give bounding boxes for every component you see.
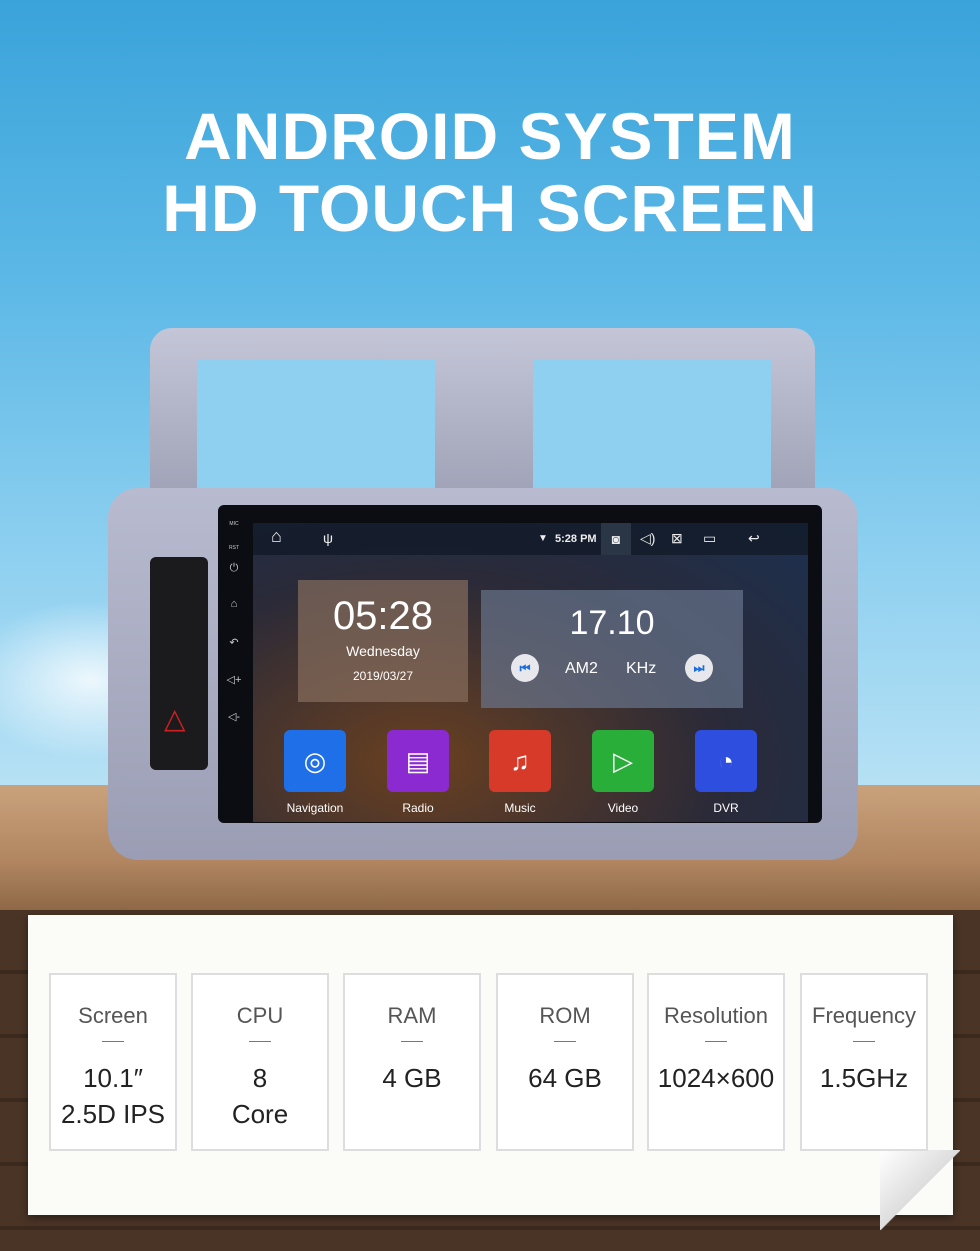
navigation-label: Navigation xyxy=(286,801,344,815)
spec-value: 1.5GHz xyxy=(819,1063,909,1093)
radio-app-icon[interactable]: ▤ xyxy=(387,730,449,792)
radio-widget[interactable]: 17.10 ⏮ AM2 KHz ⏭ xyxy=(481,590,743,708)
radio-unit: KHz xyxy=(626,660,657,677)
spec-label: Resolution xyxy=(664,1003,768,1028)
spec-ram: RAM 4 GB xyxy=(343,973,481,1151)
music-app-icon[interactable]: ♫ xyxy=(489,730,551,792)
headline-line1: ANDROID SYSTEM xyxy=(184,99,796,173)
volume-down-icon[interactable]: ◁- xyxy=(226,710,242,723)
spec-frequency: Frequency 1.5GHz xyxy=(800,973,928,1151)
status-bar: ⌂ ψ ▼ 5:28 PM ◙ ◁) ⊠ ▭ ↩ xyxy=(253,523,808,555)
radio-band: AM2 xyxy=(565,660,598,677)
mic-label: MIC xyxy=(229,521,239,527)
wifi-icon: ▼ xyxy=(538,533,548,544)
headline: ANDROID SYSTEM HD TOUCH SCREEN xyxy=(0,100,980,244)
spec-rom: ROM 64 GB xyxy=(496,973,634,1151)
spec-label: CPU xyxy=(236,1003,284,1028)
music-label: Music xyxy=(504,801,536,815)
spec-value: 4 GB xyxy=(382,1063,442,1093)
next-station-button[interactable]: ⏭ xyxy=(685,654,713,682)
prev-station-button[interactable]: ⏮ xyxy=(511,654,539,682)
home-side-icon[interactable]: ⌂ xyxy=(226,598,242,610)
spec-value: Core xyxy=(231,1099,289,1129)
spec-screen: Screen 10.1″ 2.5D IPS xyxy=(49,973,177,1151)
spec-value: 10.1″ xyxy=(83,1063,143,1093)
spec-cpu: CPU 8 Core xyxy=(191,973,329,1151)
spec-label: RAM xyxy=(387,1003,437,1028)
headline-line2: HD TOUCH SCREEN xyxy=(162,171,818,245)
rst-label: RST xyxy=(229,545,239,551)
frame-opening xyxy=(533,360,771,490)
status-time: 5:28 PM xyxy=(555,533,597,545)
volume-icon[interactable]: ◁) xyxy=(640,530,655,547)
navigation-app-icon[interactable]: ◎ xyxy=(284,730,346,792)
radio-frequency: 17.10 xyxy=(569,604,655,642)
hazard-switch[interactable]: △ xyxy=(150,557,208,770)
power-icon[interactable]: ⏻ xyxy=(226,562,242,575)
screenshot-icon[interactable]: ◙ xyxy=(601,523,631,555)
back-icon[interactable]: ↩ xyxy=(748,530,760,547)
clock-day: Wednesday xyxy=(346,643,420,659)
spec-value: 64 GB xyxy=(528,1063,602,1093)
clock-time: 05:28 xyxy=(332,594,434,638)
volume-up-icon[interactable]: ◁+ xyxy=(226,673,242,686)
dvr-app-icon[interactable]: ◔ xyxy=(695,730,757,792)
hazard-triangle-icon: △ xyxy=(164,703,186,734)
frame-opening xyxy=(197,360,435,490)
clock-widget[interactable]: 05:28 Wednesday 2019/03/27 xyxy=(298,580,468,702)
back-side-icon[interactable]: ↶ xyxy=(226,636,242,649)
dvr-label: DVR xyxy=(713,801,739,815)
recent-apps-icon[interactable]: ▭ xyxy=(703,530,716,547)
usb-icon: ψ xyxy=(323,530,333,546)
spec-label: Screen xyxy=(78,1003,148,1028)
spec-value: 2.5D IPS xyxy=(60,1099,166,1129)
video-app-icon[interactable]: ▷ xyxy=(592,730,654,792)
home-icon[interactable]: ⌂ xyxy=(271,526,282,547)
clock-date: 2019/03/27 xyxy=(352,669,414,683)
radio-label: Radio xyxy=(402,801,434,815)
spec-label: Frequency xyxy=(812,1003,916,1028)
video-label: Video xyxy=(607,801,639,815)
spec-resolution: Resolution 1024×600 xyxy=(647,973,785,1151)
close-app-icon[interactable]: ⊠ xyxy=(671,530,683,547)
spec-label: ROM xyxy=(539,1003,591,1028)
paper-curl xyxy=(880,1150,960,1230)
spec-value: 8 xyxy=(252,1063,268,1093)
spec-value: 1024×600 xyxy=(657,1063,775,1093)
